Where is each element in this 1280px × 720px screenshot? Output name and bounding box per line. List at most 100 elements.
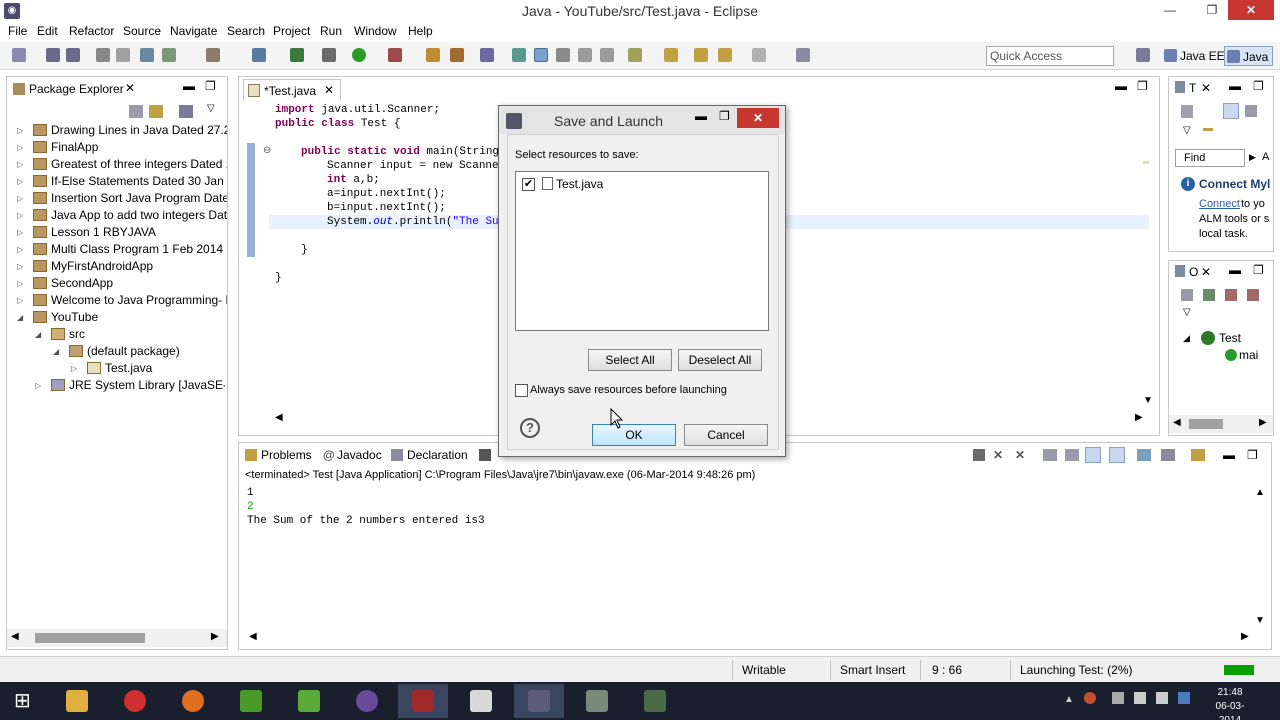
hide-fields-icon[interactable] — [1225, 289, 1237, 301]
perspective-java-ee[interactable]: Java EE — [1162, 46, 1225, 66]
tree-item[interactable]: ▷ Insertion Sort Java Program Dated — [17, 190, 227, 207]
start-button[interactable]: ⊞ — [2, 684, 46, 718]
fold-icon[interactable]: ⊖ — [263, 145, 271, 156]
taskbar-app[interactable] — [52, 684, 102, 718]
open-console-icon[interactable] — [1191, 449, 1205, 461]
paragraph-icon[interactable] — [600, 48, 614, 62]
progress-indicator[interactable] — [1224, 665, 1254, 675]
expand-icon[interactable]: ▷ — [17, 292, 27, 309]
scroll-lock-icon[interactable] — [1065, 449, 1079, 461]
expand-icon[interactable]: ▷ — [17, 207, 27, 224]
tree-item[interactable]: ▷ Drawing Lines in Java Dated 27.2.14 — [17, 122, 227, 139]
close-button[interactable]: ✕ — [1228, 0, 1274, 20]
expand-icon[interactable]: ▷ — [17, 241, 27, 258]
expand-icon[interactable]: ▷ — [17, 156, 27, 173]
build-icon[interactable] — [206, 48, 220, 62]
maximize-view-icon[interactable]: ❐ — [1253, 263, 1264, 277]
next-annotation-icon[interactable] — [628, 48, 642, 62]
expand-icon[interactable]: ▷ — [71, 360, 81, 377]
back-arrow-icon[interactable] — [718, 48, 732, 62]
open-type-icon[interactable] — [290, 48, 304, 62]
flag-icon[interactable] — [1112, 692, 1124, 704]
open-perspective-icon[interactable] — [1136, 48, 1150, 62]
taskbar-clock[interactable]: 21:48 06-03-2014 — [1205, 686, 1255, 720]
code-line[interactable]: } — [275, 271, 282, 285]
menu-window[interactable]: Window — [354, 24, 397, 38]
scroll-up-icon[interactable]: ▲ — [1255, 487, 1265, 498]
menu-project[interactable]: Project — [273, 24, 310, 38]
taskbar-app[interactable] — [456, 684, 506, 718]
show-stderr-icon[interactable] — [1109, 447, 1125, 463]
show-hidden-icons[interactable]: ▲ — [1064, 694, 1074, 705]
new-task-icon[interactable] — [1181, 105, 1193, 118]
outline-tab-label[interactable]: O — [1189, 265, 1198, 279]
deselect-all-button[interactable]: Deselect All — [678, 349, 762, 371]
save-all-icon[interactable] — [66, 48, 80, 62]
horizontal-scrollbar[interactable]: ◀ ▶ — [7, 629, 227, 647]
ok-button[interactable]: OK — [592, 424, 676, 446]
code-line[interactable]: } — [301, 243, 308, 257]
show-stdout-icon[interactable] — [1085, 447, 1101, 463]
collapse-icon[interactable]: ◢ — [17, 309, 27, 326]
all-filter[interactable]: A — [1262, 151, 1269, 163]
search-icon[interactable] — [480, 48, 494, 62]
code-line[interactable]: import java.util.Scanner; — [275, 103, 440, 117]
view-menu-icon[interactable]: ▽ — [207, 103, 215, 114]
find-input[interactable]: Find — [1175, 149, 1245, 167]
tree-item[interactable]: ▷ Welcome to Java Programming- P — [17, 292, 227, 309]
menu-run[interactable]: Run — [320, 24, 342, 38]
overview-ruler-marker[interactable] — [1143, 161, 1149, 164]
tree-item[interactable]: ▷ Greatest of three integers Dated 1 F — [17, 156, 227, 173]
menu-edit[interactable]: Edit — [37, 24, 58, 38]
bluetooth-icon[interactable] — [1178, 692, 1190, 704]
view-menu-icon[interactable]: ▽ — [1183, 307, 1191, 318]
maximize-view-icon[interactable]: ❐ — [1253, 79, 1264, 93]
tray-icon[interactable] — [1084, 692, 1096, 704]
remove-launch-icon[interactable]: ✕ — [993, 448, 1003, 462]
minimize-button[interactable]: — — [1150, 0, 1190, 20]
external-tools-icon[interactable] — [388, 48, 402, 62]
collapse-all-icon[interactable] — [1245, 105, 1257, 117]
always-save-checkbox[interactable] — [515, 384, 528, 397]
maximize-view-icon[interactable]: ❐ — [1247, 448, 1258, 462]
expand-icon[interactable]: ▷ — [17, 173, 27, 190]
menu-refactor[interactable]: Refactor — [69, 24, 114, 38]
minimize-view-icon[interactable]: ▬ — [1115, 79, 1127, 93]
close-icon[interactable]: ✕ — [324, 83, 334, 97]
package-explorer-tab[interactable]: Package Explorer ✕ ▬ ❐ — [7, 77, 227, 101]
taskbar-app[interactable] — [284, 684, 334, 718]
collapse-all-icon[interactable] — [1181, 289, 1193, 301]
perspective-java[interactable]: Java — [1224, 46, 1274, 66]
resource-checkbox[interactable]: ✔ — [522, 178, 535, 191]
web-icon[interactable] — [252, 48, 266, 62]
save-icon[interactable] — [46, 48, 60, 62]
dialog-maximize-button[interactable]: ❐ — [719, 109, 730, 123]
taskbar-app[interactable] — [514, 684, 564, 718]
dialog-minimize-button[interactable]: ▬ — [695, 109, 707, 123]
sort-icon[interactable] — [1203, 289, 1215, 301]
scroll-down-icon[interactable]: ▼ — [1143, 395, 1153, 406]
menu-help[interactable]: Help — [408, 24, 433, 38]
code-line[interactable]: a=input.nextInt(); — [327, 187, 446, 201]
tree-item[interactable]: ▷ Java App to add two integers Dated — [17, 207, 227, 224]
scroll-left-icon[interactable]: ◀ — [11, 631, 19, 642]
code-line[interactable]: System.out.println("The Su — [327, 215, 499, 229]
expand-icon[interactable]: ▷ — [35, 377, 45, 394]
connect-link[interactable]: Connect — [1199, 198, 1240, 210]
status-launching[interactable]: Launching Test: (2%) — [1020, 663, 1133, 677]
resource-label[interactable]: Test.java — [556, 177, 603, 191]
open-package-icon[interactable] — [450, 48, 464, 62]
scroll-down-icon[interactable]: ▼ — [1255, 615, 1265, 626]
menu-file[interactable]: File — [8, 24, 27, 38]
tree-item[interactable]: ▷ SecondApp — [17, 275, 227, 292]
back-icon[interactable] — [694, 48, 708, 62]
close-icon[interactable]: ✕ — [1201, 81, 1211, 95]
expand-icon[interactable]: ▷ — [17, 139, 27, 156]
collapse-icon[interactable]: ◢ — [35, 326, 45, 343]
expand-icon[interactable]: ▷ — [17, 275, 27, 292]
taskbar-app[interactable] — [630, 684, 680, 718]
last-edit-icon[interactable] — [664, 48, 678, 62]
tree-item[interactable]: ▷ Test.java — [71, 360, 225, 377]
code-line[interactable]: Scanner input = new Scanne — [327, 159, 499, 173]
scroll-left-icon[interactable]: ◀ — [249, 631, 257, 642]
